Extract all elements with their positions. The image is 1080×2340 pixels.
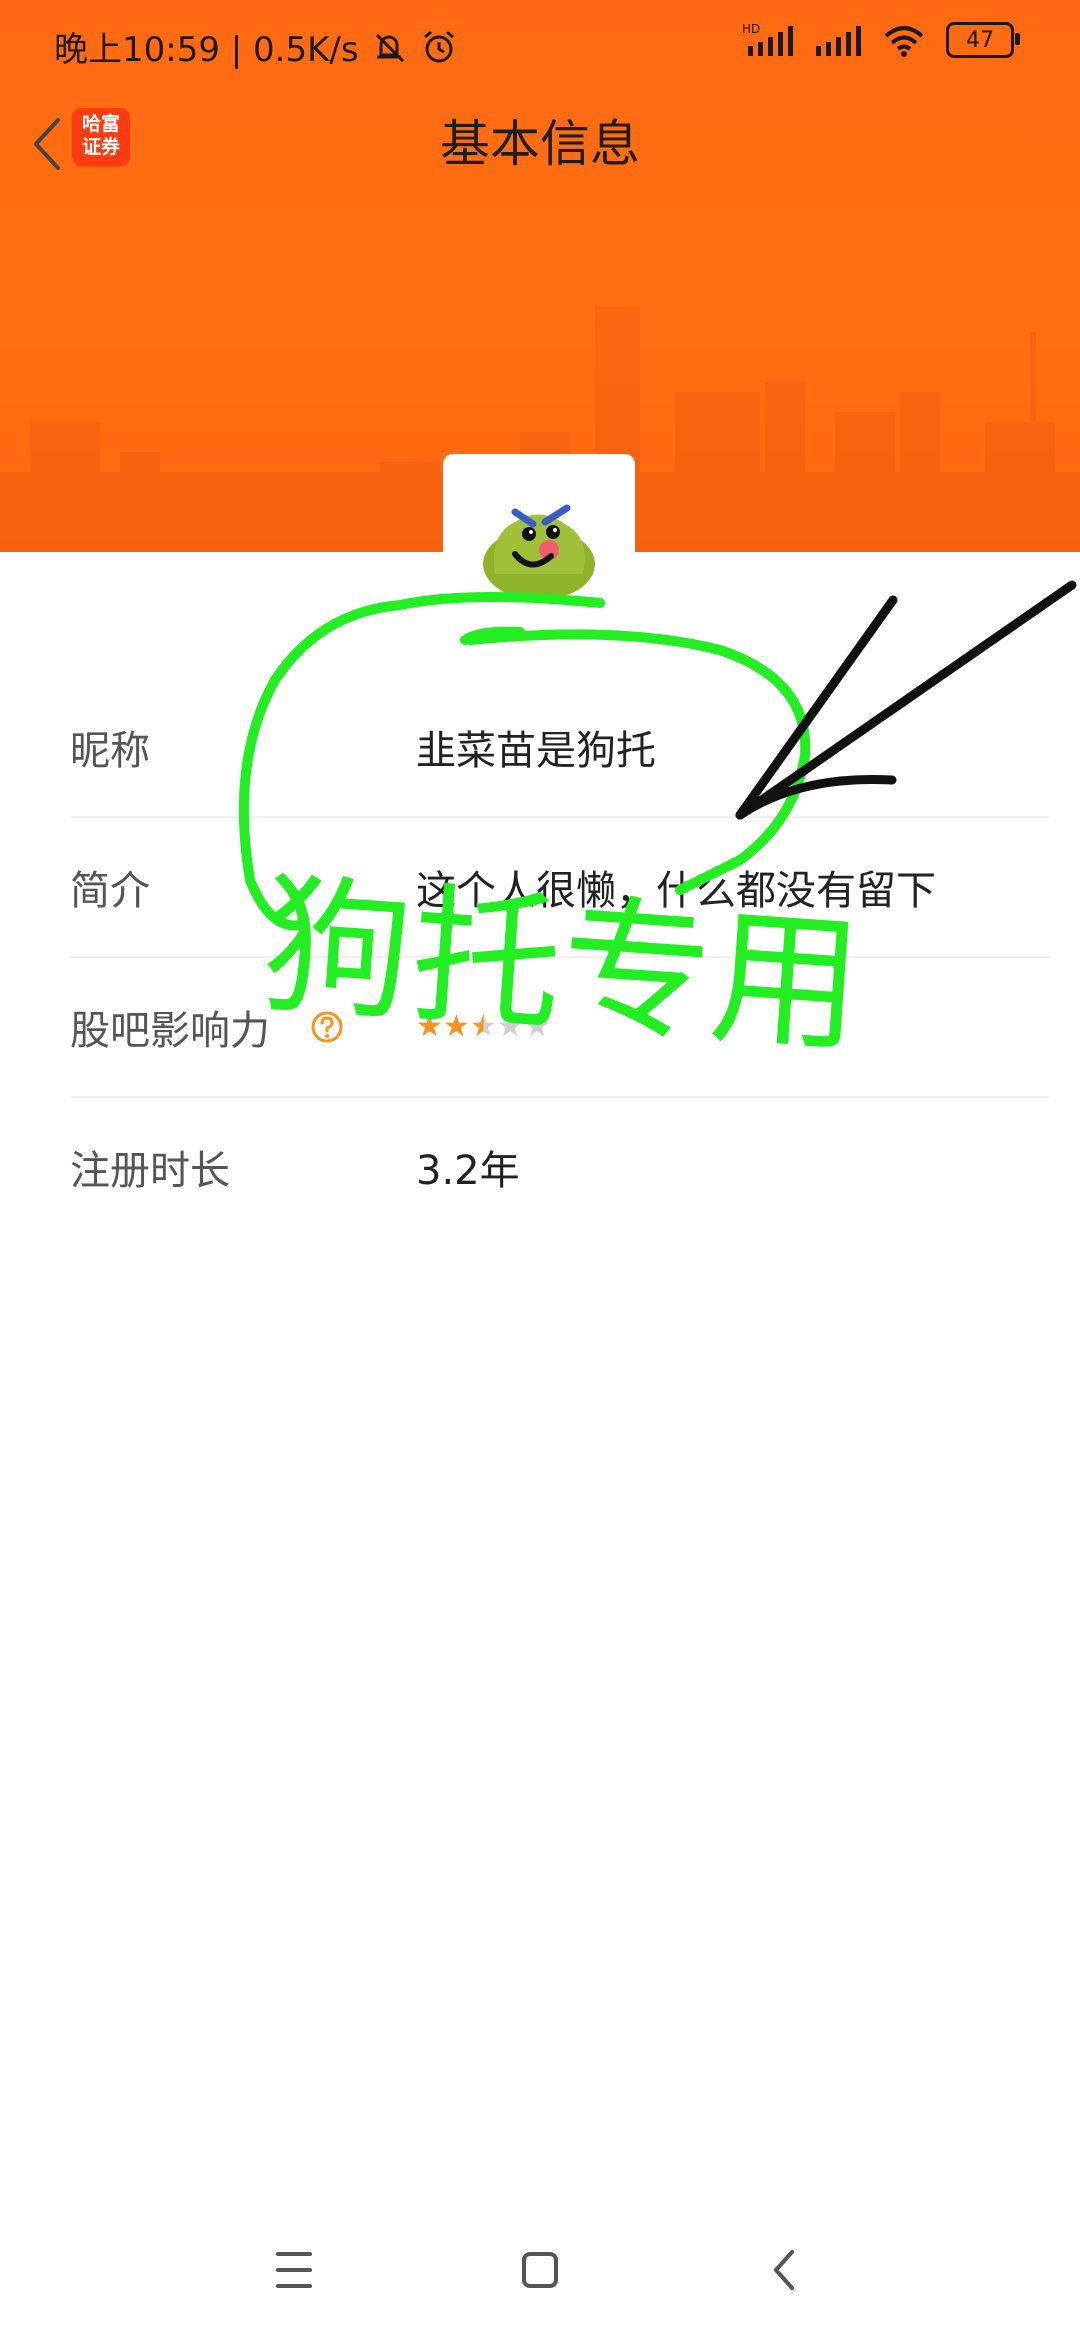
rating-star-icon: ★: [496, 1009, 524, 1044]
question-help-icon[interactable]: [310, 1010, 344, 1044]
influence-label: 股吧影响力: [70, 1008, 270, 1054]
bio-label: 简介: [70, 868, 150, 914]
battery-icon: 47: [946, 22, 1020, 58]
home-icon[interactable]: [500, 2230, 580, 2310]
rating-star-icon: ★: [469, 1009, 497, 1044]
mute-bell-icon: [375, 33, 404, 62]
rating-star-icon: ★: [442, 1009, 470, 1044]
rating-star-icon: ★: [523, 1009, 551, 1044]
list-item-nickname: 昵称 韭菜苗是狗托: [70, 678, 1050, 818]
rating-star-icon: ★: [416, 1009, 443, 1044]
system-navigation-bar: [0, 2230, 1080, 2310]
profile-info-list: 昵称 韭菜苗是狗托 简介 这个人很懒，什么都没有留下 股吧影响力 ★ ★ ★ ★ ★ 注…: [70, 678, 1050, 1236]
list-item-bio: 简介 这个人很懒，什么都没有留下: [70, 818, 1050, 958]
page-title: 基本信息: [440, 115, 640, 173]
status-bar: 晚上10:59 | 0.5K/s HD 47: [0, 0, 1080, 90]
signal-icon: [816, 26, 861, 56]
list-item-influence: 股吧影响力 ★ ★ ★ ★ ★: [70, 958, 1050, 1098]
list-item-registration: 注册时长 3.2年: [70, 1098, 1050, 1236]
avatar[interactable]: [475, 494, 603, 606]
svg-text:HD: HD: [742, 22, 760, 36]
bio-value: 这个人很懒，什么都没有留下: [416, 868, 936, 914]
influence-rating: ★ ★ ★ ★ ★: [416, 1012, 551, 1042]
nickname-label: 昵称: [70, 728, 150, 774]
back-icon[interactable]: [746, 2230, 826, 2310]
menu-icon[interactable]: [254, 2230, 334, 2310]
registration-label: 注册时长: [70, 1148, 230, 1194]
alarm-icon: [423, 30, 454, 62]
status-time-speed: 晚上10:59 | 0.5K/s: [54, 30, 359, 70]
registration-value: 3.2年: [416, 1148, 520, 1194]
nickname-value: 韭菜苗是狗托: [416, 728, 656, 774]
wifi-icon: [884, 26, 924, 57]
signal-icon: HD: [742, 22, 793, 56]
